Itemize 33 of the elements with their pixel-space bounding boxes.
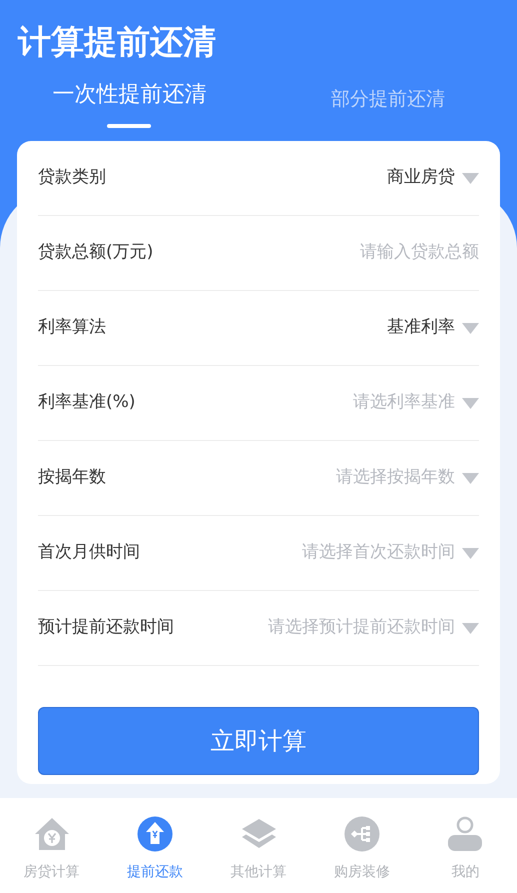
input-field[interactable]: 请输入贷款总额 (259, 240, 479, 266)
tab[interactable]: 部分提前还清 (258, 78, 517, 128)
page-title: 计算提前还清 (18, 21, 216, 63)
calculate-button[interactable]: 立即计算 (38, 707, 479, 775)
flowchart-icon (344, 816, 380, 852)
field-label: 贷款类别 (38, 166, 106, 190)
caret-icon (462, 472, 479, 484)
select-field[interactable]: 商业房贷 (387, 165, 479, 191)
tab-bar-item[interactable]: 我的 (414, 798, 517, 893)
select-field[interactable]: 请选利率基准 (353, 390, 479, 416)
select-field[interactable]: 请选择首次还款时间 (302, 540, 479, 566)
select-field[interactable]: 基准利率 (387, 315, 479, 341)
tab-bar-item[interactable]: 购房装修 (310, 798, 414, 893)
tab[interactable]: 一次性提前还清 (0, 78, 258, 128)
field-label: 利率基准(%) (38, 391, 136, 414)
user-icon (447, 816, 484, 852)
select-field[interactable]: 请选择预计提前还款时间 (268, 615, 479, 641)
caret-icon (462, 548, 479, 558)
select-field[interactable]: 请选择按揭年数 (336, 465, 479, 491)
upload-icon (137, 816, 174, 852)
field-label: 利率算法 (38, 316, 106, 340)
tab-bar-item[interactable]: 提前还款 (103, 798, 207, 893)
caret-icon (462, 622, 479, 634)
field-label: 预计提前还款时间 (38, 616, 174, 640)
caret-icon (462, 398, 479, 408)
field-label: 按揭年数 (38, 466, 106, 490)
field-label: 首次月供时间 (38, 541, 140, 564)
tab-bar-item[interactable]: 其他计算 (206, 798, 310, 893)
house-icon (34, 816, 70, 852)
tab-bar-item[interactable]: 房贷计算 (0, 798, 104, 893)
field-label: 贷款总额(万元) (38, 241, 154, 264)
caret-icon (462, 172, 479, 184)
caret-icon (462, 322, 479, 334)
